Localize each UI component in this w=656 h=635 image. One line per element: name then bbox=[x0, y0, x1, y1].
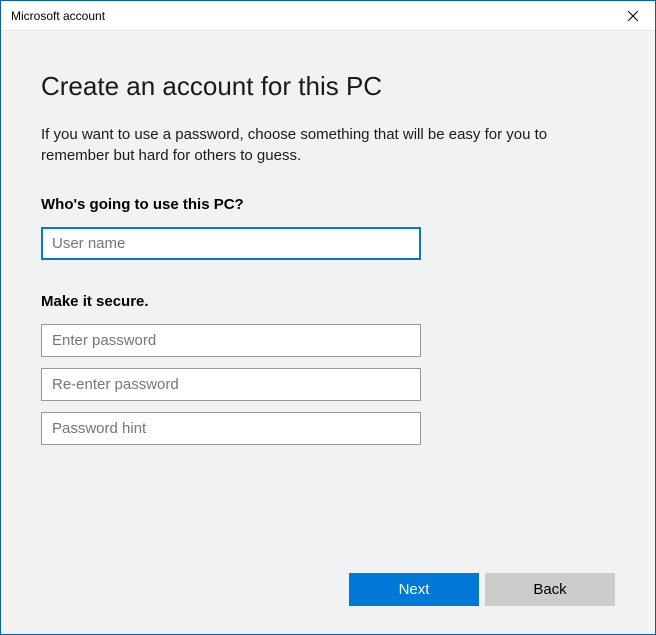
page-heading: Create an account for this PC bbox=[41, 71, 615, 102]
close-button[interactable] bbox=[610, 1, 655, 31]
password-input[interactable] bbox=[41, 324, 421, 357]
content-area: Create an account for this PC If you wan… bbox=[1, 31, 655, 573]
titlebar: Microsoft account bbox=[1, 1, 655, 31]
password-hint-input[interactable] bbox=[41, 412, 421, 445]
repassword-input[interactable] bbox=[41, 368, 421, 401]
page-description: If you want to use a password, choose so… bbox=[41, 124, 615, 166]
user-section-label: Who's going to use this PC? bbox=[41, 196, 615, 213]
username-input[interactable] bbox=[41, 227, 421, 260]
window-title: Microsoft account bbox=[11, 1, 105, 31]
dialog-window: Microsoft account Create an account for … bbox=[0, 0, 656, 635]
close-icon bbox=[628, 11, 638, 21]
secure-section-label: Make it secure. bbox=[41, 293, 615, 310]
footer: Next Back bbox=[1, 573, 655, 634]
next-button[interactable]: Next bbox=[349, 573, 479, 606]
back-button[interactable]: Back bbox=[485, 573, 615, 606]
